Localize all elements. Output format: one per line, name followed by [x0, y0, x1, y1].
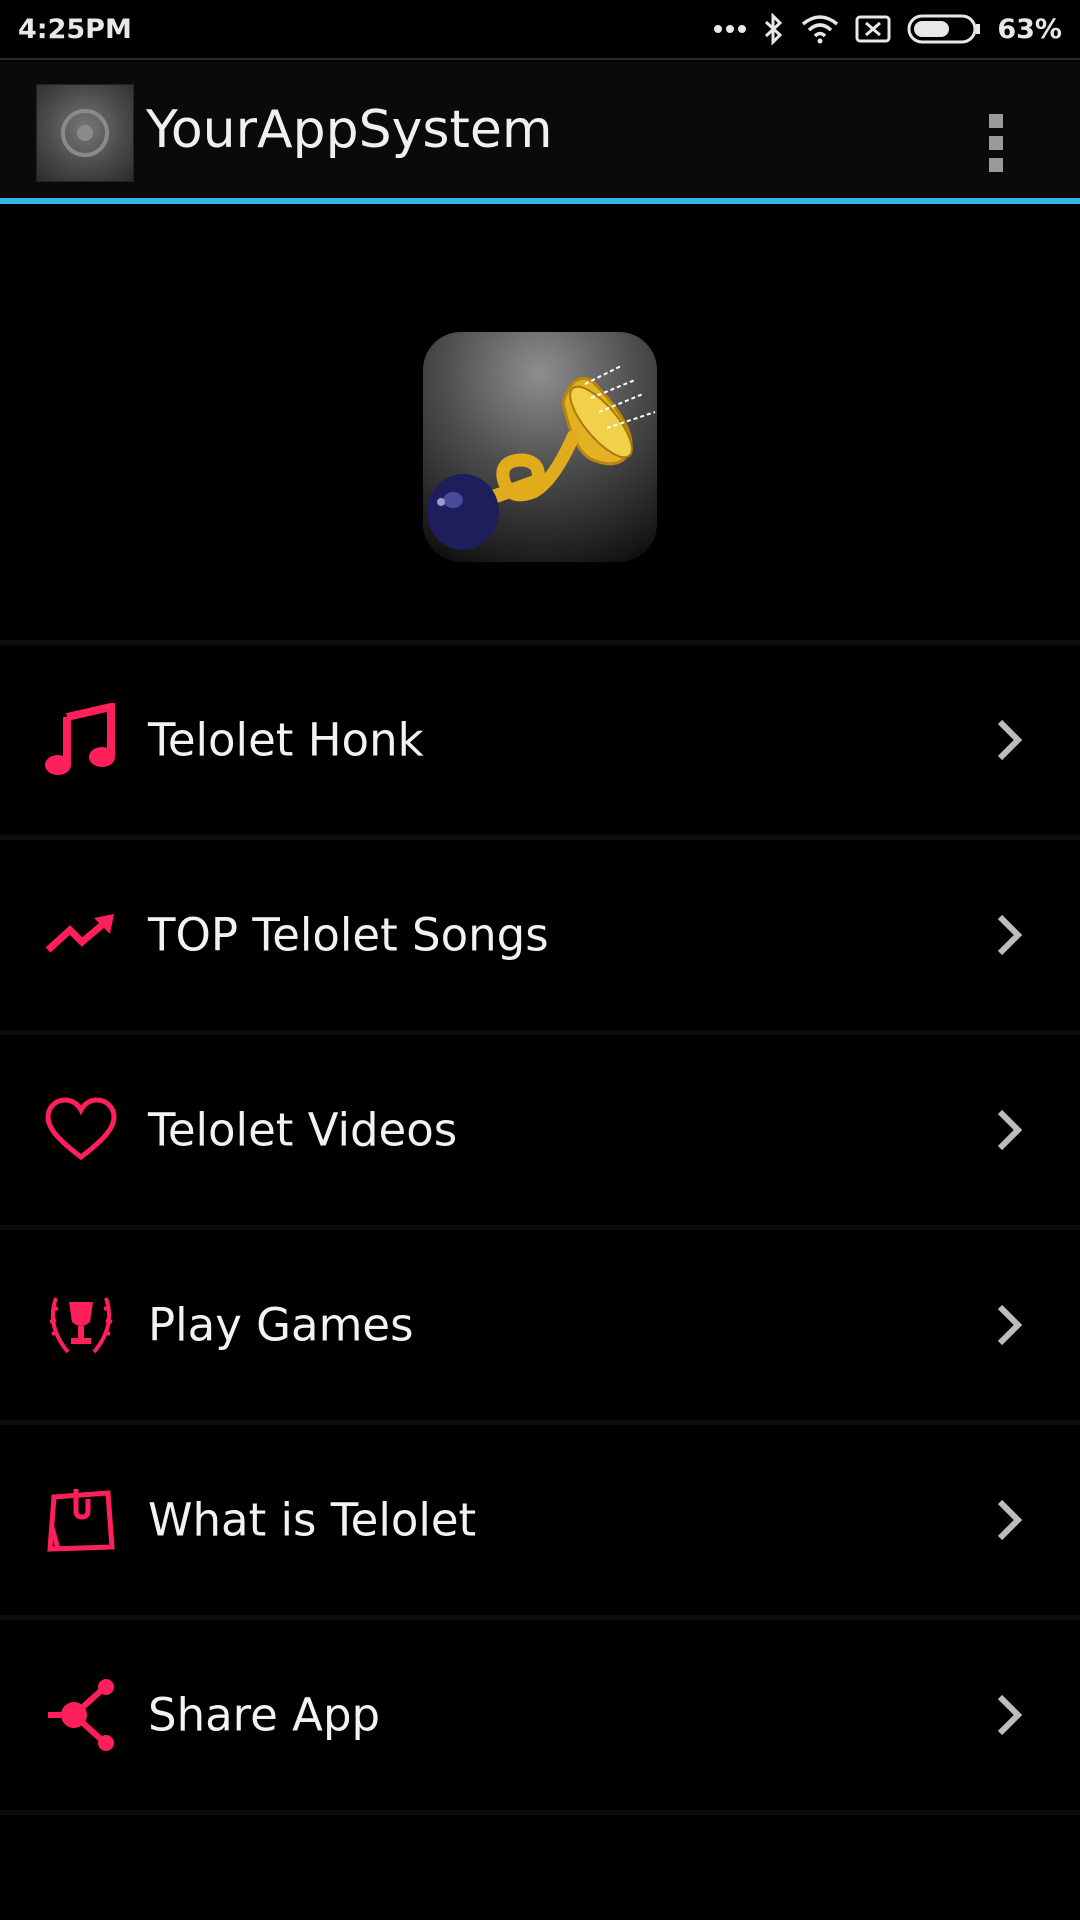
battery-icon: [907, 14, 981, 44]
wifi-icon: [801, 14, 839, 44]
menu-item-label: TOP Telolet Songs: [148, 908, 549, 962]
overflow-menu-icon[interactable]: [980, 98, 1012, 188]
menu-item-label: Share App: [148, 1688, 381, 1742]
bluetooth-icon: [763, 13, 785, 45]
app-bar: YourAppSystem: [0, 62, 1080, 198]
main-menu: Telolet Honk TOP Telolet Songs Telolet V…: [0, 640, 1080, 1815]
menu-item-top-telolet-songs[interactable]: TOP Telolet Songs: [0, 835, 1080, 1030]
app-bar-accent-line: [0, 198, 1080, 204]
menu-item-play-games[interactable]: Play Games: [0, 1225, 1080, 1420]
menu-item-telolet-honk[interactable]: Telolet Honk: [0, 640, 1080, 835]
more-dots-icon: [713, 23, 747, 35]
status-time: 4:25PM: [18, 13, 132, 45]
menu-item-share-app[interactable]: Share App: [0, 1615, 1080, 1810]
chevron-right-icon: [994, 1108, 1024, 1152]
battery-percent: 63%: [997, 13, 1062, 45]
app-logo-icon[interactable]: [36, 84, 134, 182]
chevron-right-icon: [994, 1693, 1024, 1737]
status-icons: 63%: [713, 13, 1062, 45]
menu-item-what-is-telolet[interactable]: What is Telolet: [0, 1420, 1080, 1615]
trophy-icon: [44, 1288, 118, 1362]
status-bar: 4:25PM 63%: [0, 0, 1080, 60]
music-note-icon: [44, 703, 118, 777]
app-title: YourAppSystem: [146, 100, 553, 160]
menu-item-label: Play Games: [148, 1298, 414, 1352]
note-pin-icon: [44, 1483, 118, 1557]
heart-icon: [44, 1093, 118, 1167]
chevron-right-icon: [994, 1498, 1024, 1542]
menu-item-label: What is Telolet: [148, 1493, 477, 1547]
menu-divider: [0, 1810, 1080, 1815]
menu-item-label: Telolet Honk: [148, 713, 424, 767]
share-icon: [44, 1678, 118, 1752]
menu-item-telolet-videos[interactable]: Telolet Videos: [0, 1030, 1080, 1225]
no-sim-icon: [855, 15, 891, 43]
menu-item-label: Telolet Videos: [148, 1103, 458, 1157]
chevron-right-icon: [994, 913, 1024, 957]
trending-up-icon: [44, 898, 118, 972]
chevron-right-icon: [994, 718, 1024, 762]
chevron-right-icon: [994, 1303, 1024, 1347]
telolet-horn-icon: [423, 332, 657, 562]
